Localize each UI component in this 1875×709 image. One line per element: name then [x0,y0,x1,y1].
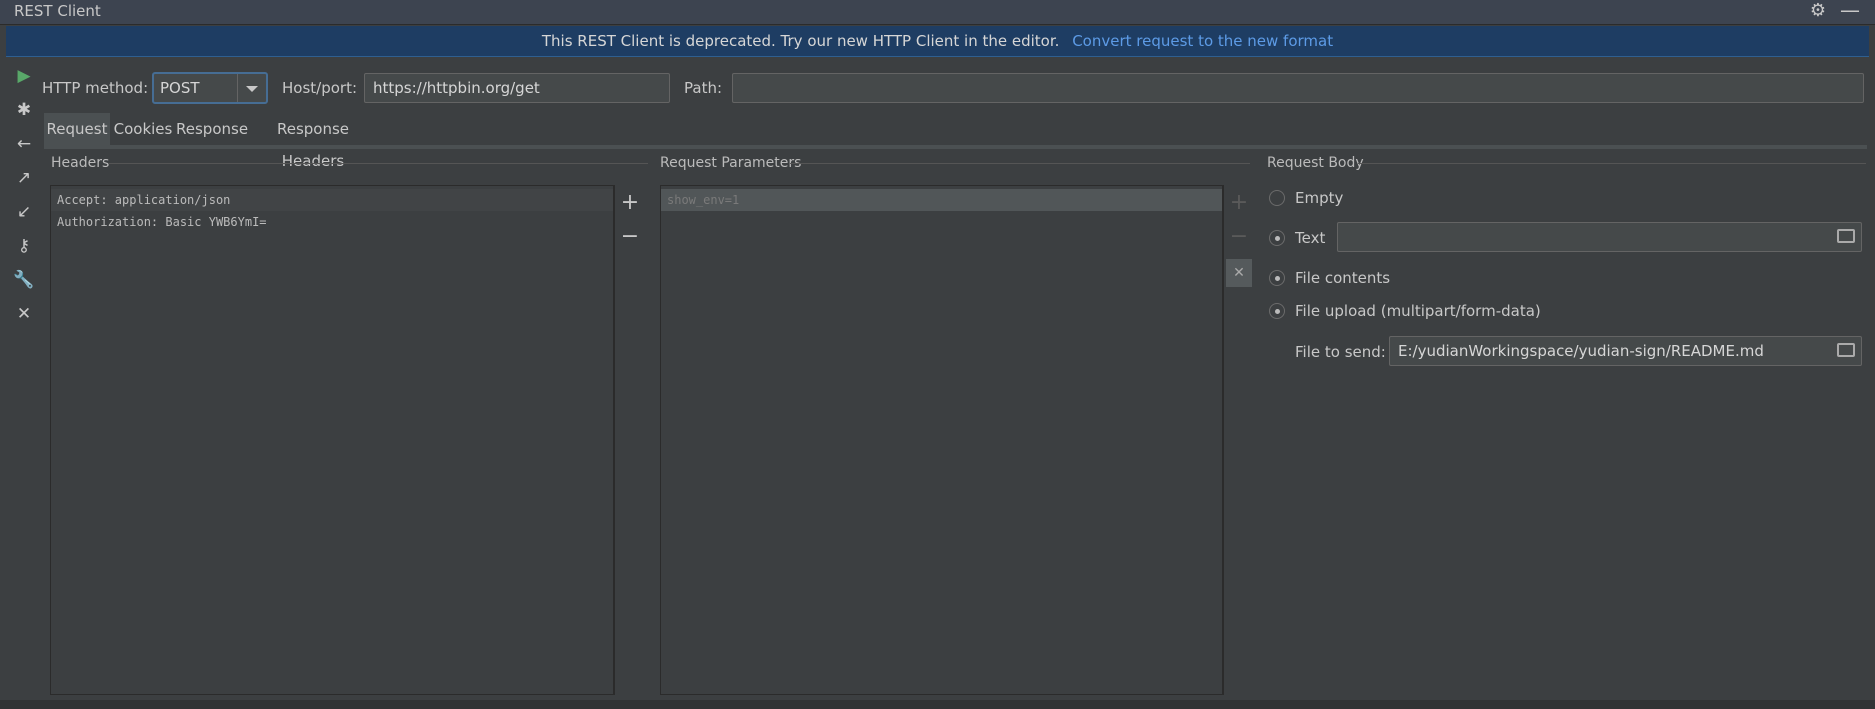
gear-icon[interactable]: ⚙ [1808,0,1828,22]
radio-file-upload-label: File upload (multipart/form-data) [1295,302,1541,320]
import-icon[interactable]: ↙ [12,200,36,224]
add-param-icon[interactable]: + [1224,189,1254,217]
tab-divider [44,145,1867,149]
request-body-title: Request Body [1267,155,1364,171]
radio-file-contents[interactable] [1269,270,1285,286]
tab-cookies[interactable]: Cookies [110,113,176,145]
chevron-down-icon[interactable] [237,74,266,102]
radio-empty-label: Empty [1295,189,1344,207]
text-body-input[interactable] [1337,222,1862,252]
tab-request[interactable]: Request [44,113,110,145]
http-method-value: POST [160,79,200,97]
bottom-scrollbar[interactable] [0,700,1875,709]
params-separator [790,163,1250,164]
folder-icon[interactable] [1837,343,1855,357]
file-to-send-input[interactable]: E:/yudianWorkingspace/yudian-sign/README… [1389,336,1862,366]
params-table[interactable]: show_env=1 [660,185,1223,695]
table-row[interactable]: Authorization: Basic YWB6YmI= [51,211,613,233]
file-to-send-label: File to send: [1295,343,1386,361]
headers-title: Headers [51,155,110,171]
tab-response-headers[interactable]: Response Headers [248,113,378,170]
side-toolbar: ▶ ✱ ← ↗ ↙ ⚷ 🔧 ✕ [8,62,38,332]
tab-response[interactable]: Response [176,113,248,145]
export-icon[interactable]: ↗ [12,166,36,190]
http-method-select[interactable]: POST [152,72,268,104]
remove-param-icon[interactable]: − [1224,223,1254,251]
file-to-send-value: E:/yudianWorkingspace/yudian-sign/README… [1398,342,1764,360]
add-header-icon[interactable]: + [615,189,645,217]
request-parameters-title: Request Parameters [660,155,802,171]
radio-text[interactable] [1269,230,1285,246]
convert-request-link[interactable]: Convert request to the new format [1072,32,1333,50]
radio-text-label: Text [1295,229,1326,247]
headers-table[interactable]: Accept: application/json Authorization: … [50,185,614,695]
host-port-label: Host/port: [282,79,358,97]
table-row[interactable]: show_env=1 [661,189,1222,211]
clear-param-icon[interactable]: ✕ [1226,259,1252,287]
headers-actions: + − [614,185,645,695]
remove-header-icon[interactable]: − [615,223,645,251]
params-actions: + − ✕ [1223,185,1255,695]
window-title: REST Client [14,2,101,20]
close-icon[interactable]: ✕ [12,302,36,326]
wrench-icon[interactable]: 🔧 [12,268,36,292]
folder-icon[interactable] [1837,229,1855,243]
radio-file-contents-label: File contents [1295,269,1391,287]
http-method-label: HTTP method: [42,79,149,97]
radio-file-upload[interactable] [1269,303,1285,319]
minimize-icon[interactable]: — [1840,0,1860,22]
radio-empty[interactable] [1269,190,1285,206]
path-input[interactable] [732,73,1864,103]
headers-separator [108,163,648,164]
debug-bug-icon[interactable]: ✱ [12,98,36,122]
settings-key-icon[interactable]: ⚷ [12,234,36,258]
body-separator [1358,163,1866,164]
title-bar: REST Client ⚙ — [0,0,1875,25]
path-label: Path: [684,79,723,97]
banner-message: This REST Client is deprecated. Try our … [541,32,1060,50]
host-port-input[interactable]: https://httpbin.org/get [364,73,670,103]
run-icon[interactable]: ▶ [12,64,36,88]
back-arrow-icon[interactable]: ← [12,132,36,156]
banner-content: This REST Client is deprecated. Try our … [6,26,1869,56]
deprecation-banner: This REST Client is deprecated. Try our … [6,26,1869,57]
table-row[interactable]: Accept: application/json [51,189,613,211]
